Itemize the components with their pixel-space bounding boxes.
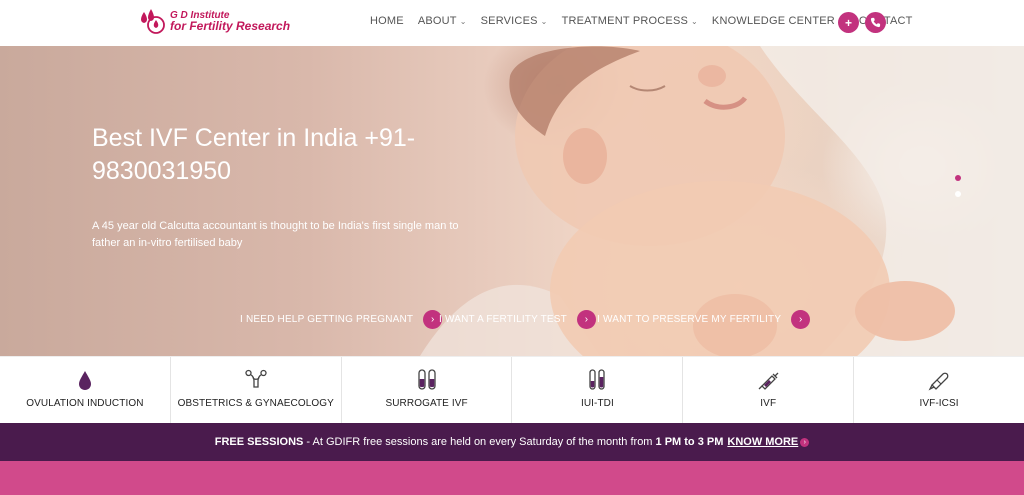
phone-icon: [870, 17, 881, 28]
cta-label: I WANT TO PRESERVE MY FERTILITY: [597, 314, 782, 325]
plus-button[interactable]: +: [838, 12, 859, 33]
nav-treatment-label: TREATMENT PROCESS: [561, 15, 689, 27]
arrow-right-icon: ›: [576, 310, 596, 329]
slider-dot-active[interactable]: [955, 175, 961, 181]
site-logo[interactable]: G D Institute for Fertility Research: [138, 8, 290, 34]
cta-label: I WANT A FERTILITY TEST: [439, 314, 567, 325]
footer-band: [0, 461, 1024, 495]
nav-about[interactable]: ABOUT ⌄: [418, 15, 467, 27]
service-label: OVULATION INDUCTION: [26, 398, 144, 409]
service-label: OBSTETRICS & GYNAECOLOGY: [177, 398, 334, 409]
service-label: IVF-ICSI: [919, 398, 959, 409]
cta-label: I NEED HELP GETTING PREGNANT: [240, 314, 414, 325]
know-more-link[interactable]: KNOW MORE: [727, 436, 798, 448]
free-sessions-text: - At GDIFR free sessions are held on eve…: [303, 436, 656, 448]
nav-home-label: HOME: [370, 15, 404, 27]
free-sessions-bar: FREE SESSIONS - At GDIFR free sessions a…: [0, 423, 1024, 461]
plus-icon: +: [844, 15, 852, 30]
hero-subtitle: A 45 year old Calcutta accountant is tho…: [92, 220, 459, 249]
service-label: SURROGATE IVF: [385, 398, 468, 409]
service-iui-tdi[interactable]: IUI-TDI: [512, 357, 684, 423]
arrow-right-icon: ›: [800, 437, 810, 447]
service-ovulation-induction[interactable]: OVULATION INDUCTION: [0, 357, 171, 423]
nav-knowledge-center[interactable]: KNOWLEDGE CENTER⌄: [712, 15, 845, 27]
test-tubes-icon: [417, 369, 436, 390]
uterus-icon: [245, 369, 267, 388]
cta-help-getting-pregnant[interactable]: I NEED HELP GETTING PREGNANT ›: [240, 310, 443, 329]
hero-title: Best IVF Center in India +91-9830031950: [92, 124, 416, 185]
cta-preserve-fertility[interactable]: I WANT TO PRESERVE MY FERTILITY ›: [597, 310, 811, 329]
chevron-down-icon: ⌄: [540, 16, 548, 26]
test-tubes-icon: [589, 369, 606, 390]
nav-services-label: SERVICES: [480, 15, 538, 27]
nav-about-label: ABOUT: [417, 15, 457, 27]
logo-drops-icon: [141, 9, 165, 34]
free-sessions-time: 1 PM to 3 PM: [655, 436, 724, 448]
phone-button[interactable]: [865, 12, 886, 33]
nav-treatment-process[interactable]: TREATMENT PROCESS ⌄: [562, 15, 698, 27]
chevron-down-icon: ⌄: [691, 16, 698, 26]
syringe-icon: [758, 372, 779, 390]
service-label: IUI-TDI: [580, 398, 614, 409]
nav-services[interactable]: SERVICES ⌄: [481, 15, 548, 27]
drop-icon: [78, 371, 91, 390]
service-label: IVF: [760, 398, 777, 409]
service-ivf[interactable]: IVF: [683, 357, 855, 423]
hero-slider: Best IVF Center in India +91-9830031950 …: [0, 46, 1024, 356]
service-surrogate-ivf[interactable]: SURROGATE IVF: [342, 357, 513, 423]
service-obstetrics-gynaecology[interactable]: OBSTETRICS & GYNAECOLOGY: [171, 357, 342, 423]
arrow-right-icon: ›: [791, 310, 811, 329]
nav-home[interactable]: HOME: [370, 15, 404, 27]
services-strip: OVULATION INDUCTION OBSTETRICS & GYNAECO…: [0, 356, 1024, 423]
site-header: G D Institute for Fertility Research HOM…: [0, 0, 1024, 46]
slider-dot[interactable]: [955, 191, 961, 197]
cta-fertility-test[interactable]: I WANT A FERTILITY TEST ›: [439, 310, 596, 329]
logo-line-2: for Fertility Research: [170, 19, 291, 33]
service-ivf-icsi[interactable]: IVF-ICSI: [854, 357, 1024, 423]
free-sessions-heading: FREE SESSIONS: [214, 436, 304, 448]
pipette-icon: [928, 372, 949, 391]
nav-knowledge-label: KNOWLEDGE CENTER: [711, 15, 835, 27]
chevron-down-icon: ⌄: [459, 16, 467, 26]
